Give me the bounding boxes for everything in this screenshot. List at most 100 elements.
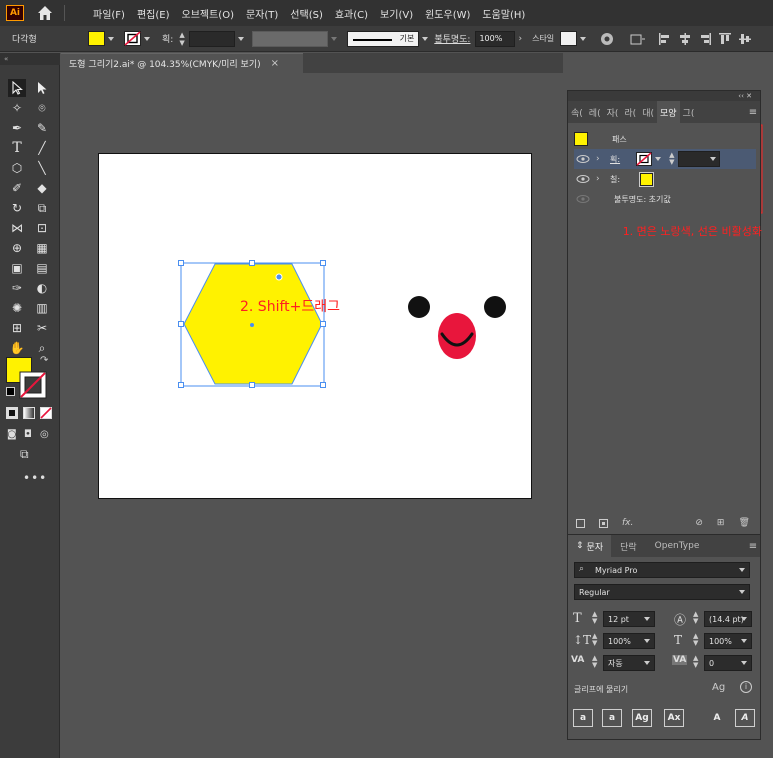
align-right-icon[interactable] [698,32,712,46]
chevron-down-icon[interactable] [238,36,245,41]
close-icon[interactable]: × [271,58,279,69]
stepper-icon[interactable]: ▲ ▼ [693,611,698,625]
menu-help[interactable]: 도움말(H) [476,6,531,21]
curvature-tool-icon[interactable]: ✎ [33,119,51,137]
tab-opentype[interactable]: OpenType [646,535,709,557]
chevron-down-icon[interactable] [580,36,587,41]
brush-definition[interactable]: 기본 [347,30,420,47]
none-mode-icon[interactable] [40,407,52,419]
gradient-mode-icon[interactable] [23,407,35,419]
recolor-artwork-icon[interactable] [600,32,614,46]
chevron-down-icon[interactable] [108,36,114,41]
leading-field[interactable]: (14.4 pt) [704,611,752,627]
menu-view[interactable]: 보기(V) [374,6,419,21]
chevron-down-icon[interactable] [144,36,150,41]
artboard-tool-icon[interactable]: ⊞ [8,319,26,337]
lasso-tool-icon[interactable]: ⌾ [33,99,51,117]
align-top-icon[interactable] [718,32,732,46]
info-icon[interactable]: i [740,681,752,693]
tab-artboards[interactable]: 대( [639,101,657,123]
stepper-icon[interactable]: ▲ ▼ [592,611,597,625]
add-stroke-icon[interactable] [576,518,585,528]
stroke-weight-field[interactable] [189,30,236,47]
free-transform-tool-icon[interactable]: ⊡ [33,219,51,237]
toolbar-collapse[interactable]: « [0,53,60,65]
swap-fill-stroke-icon[interactable]: ↷ [40,355,48,366]
stepper-icon[interactable]: ▲ ▼ [693,655,698,669]
stepper-icon[interactable]: ▲ ▼ [592,655,597,669]
blend-tool-icon[interactable]: ◐ [33,279,51,297]
tab-character[interactable]: ⇕ 문자 [568,535,612,557]
vertical-scale-field[interactable]: 100% [603,633,655,649]
tab-appearance[interactable]: 모양 [656,101,680,123]
document-tab[interactable]: 도형 그리기2.ai* @ 104.35%(CMYK/미리 보기) × [61,53,303,73]
screen-mode-icon[interactable]: ⧉ [20,447,29,462]
add-fill-icon[interactable] [599,518,608,528]
rotate-tool-icon[interactable]: ↻ [8,199,26,217]
eye-icon[interactable] [576,154,590,164]
color-mode-icon[interactable] [6,407,18,419]
chevron-right-icon[interactable]: › [518,34,522,44]
mesh-tool-icon[interactable]: ▣ [8,259,26,277]
polygon-tool-icon[interactable]: ⬡ [8,159,26,177]
align-center-icon[interactable] [678,32,692,46]
eyedropper-tool-icon[interactable]: ✑ [8,279,26,297]
draw-inside-icon[interactable]: ◎ [40,429,49,440]
gradient-tool-icon[interactable]: ▤ [33,259,51,277]
shaper-tool-icon[interactable]: ✐ [8,179,26,197]
tab-layers[interactable]: 레( [586,101,604,123]
transform-icon[interactable] [630,32,646,46]
shape-builder-tool-icon[interactable]: ⊕ [8,239,26,257]
kerning-field[interactable]: 자동 [603,655,655,671]
stroke-none-swatch[interactable] [124,31,141,46]
appearance-stroke-row[interactable]: › 획: ▲ ▼ [574,149,756,169]
clear-appearance-icon[interactable]: ⊘ [695,518,703,528]
menu-effect[interactable]: 효과(C) [329,6,374,21]
perspective-grid-tool-icon[interactable]: ▦ [33,239,51,257]
symbol-sprayer-tool-icon[interactable]: ✺ [8,299,26,317]
eye-icon[interactable] [576,174,590,184]
type-tool-icon[interactable]: T [8,139,26,157]
menu-window[interactable]: 윈도우(W) [419,6,476,21]
font-family-field[interactable]: ⌕ Myriad Pro [574,562,750,578]
hand-tool-icon[interactable]: ✋ [8,339,26,357]
menu-file[interactable]: 파일(F) [87,6,131,21]
draw-behind-icon[interactable]: ◘ [24,429,32,440]
slice-tool-icon[interactable]: ✂ [33,319,51,337]
variable-width-profile[interactable] [252,30,329,47]
panel-collapse[interactable]: ‹‹ ✕ [568,91,760,101]
pen-tool-icon[interactable]: ✒ [8,119,26,137]
tab-paragraph[interactable]: 단락 [611,535,646,557]
horizontal-scale-field[interactable]: 100% [704,633,752,649]
column-graph-tool-icon[interactable]: ▥ [33,299,51,317]
menu-select[interactable]: 선택(S) [284,6,329,21]
fill-swatch[interactable] [88,31,105,46]
panel-menu-icon[interactable]: ≡ [746,535,760,557]
glyph-snap-icon[interactable]: Ag [712,682,725,693]
selection-tool-icon[interactable] [8,79,26,97]
snap-x-height-button[interactable]: a [602,709,622,727]
tab-properties[interactable]: 속( [568,101,586,123]
chevron-down-icon[interactable] [422,36,429,41]
align-left-icon[interactable] [658,32,672,46]
stroke-row-label[interactable]: 획: [610,154,620,165]
opacity-row-label[interactable]: 불투명도: 초기값 [614,194,671,205]
magic-wand-tool-icon[interactable]: ✧ [8,99,26,117]
line-segment-tool-icon[interactable]: ╱ [33,139,51,157]
paintbrush-tool-icon[interactable]: ╲ [33,159,51,177]
draw-normal-icon[interactable]: ◙ [7,429,17,440]
appearance-opacity-row[interactable]: 불투명도: 초기값 [574,189,756,209]
menu-object[interactable]: 오브젝트(O) [176,6,240,21]
snap-anchor-button[interactable]: A [735,709,755,727]
eraser-tool-icon[interactable]: ◆ [33,179,51,197]
appearance-fill-row[interactable]: › 칠: [574,169,756,189]
align-middle-icon[interactable] [738,32,752,46]
snap-proximity-button[interactable]: Ax [664,709,684,727]
stroke-color-box[interactable] [19,371,47,399]
opacity-label[interactable]: 불투명도: [434,32,470,45]
stroke-weight-field[interactable] [678,151,721,167]
opacity-field[interactable]: 100% [475,30,516,47]
menu-type[interactable]: 문자(T) [240,6,284,21]
width-tool-icon[interactable]: ⋈ [8,219,26,237]
stepper-icon[interactable]: ▲ ▼ [693,633,698,647]
